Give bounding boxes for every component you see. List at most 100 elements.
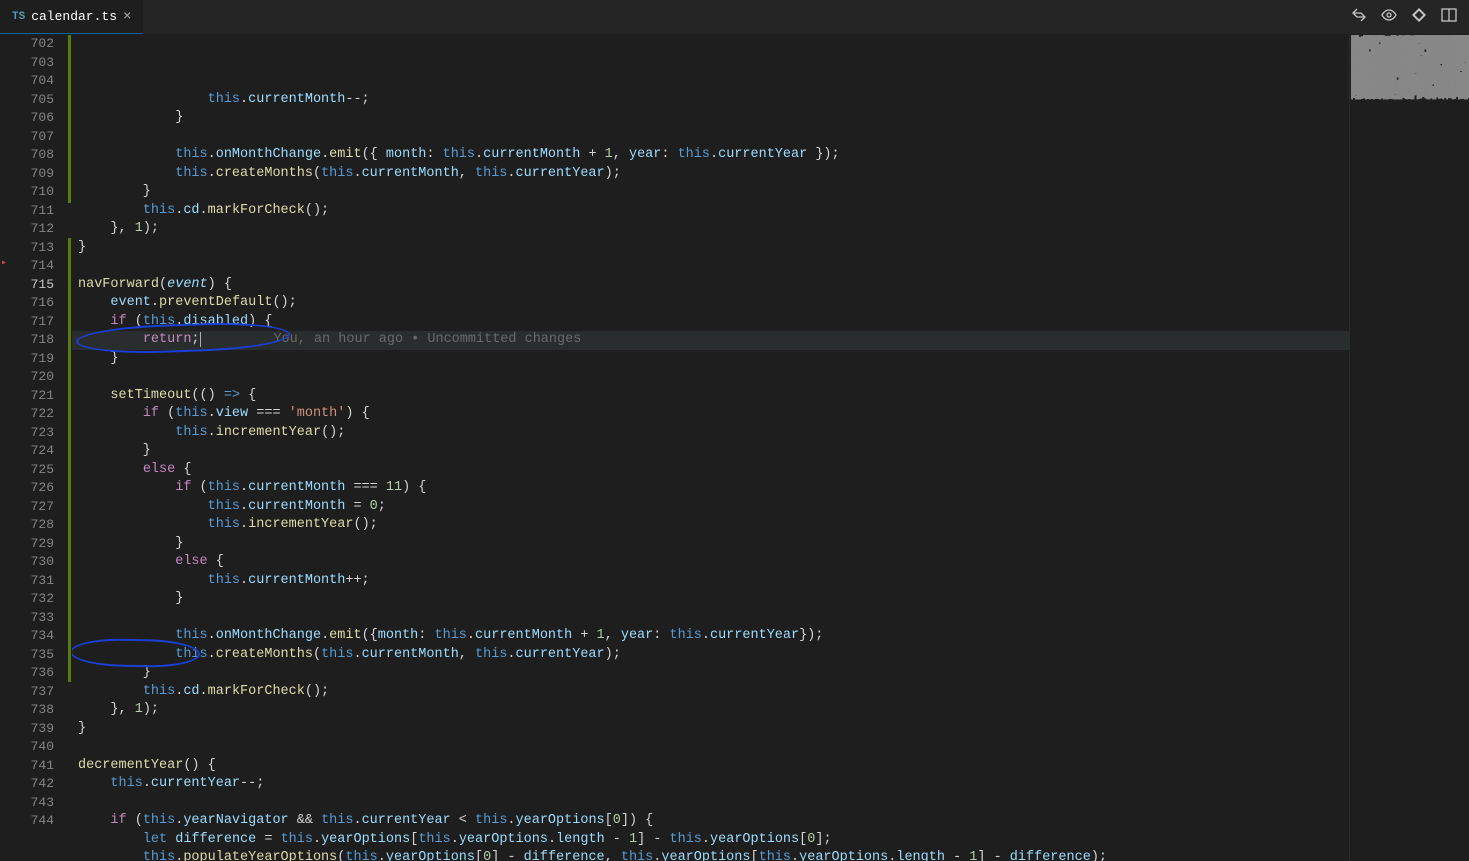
code-line[interactable] bbox=[72, 257, 1349, 276]
code-line[interactable]: } bbox=[72, 664, 1349, 683]
code-line[interactable]: } bbox=[72, 239, 1349, 258]
line-number: 726 bbox=[10, 479, 54, 498]
file-annotations-icon[interactable] bbox=[1411, 7, 1427, 28]
code-line[interactable]: this.currentMonth--; bbox=[72, 91, 1349, 110]
code-line[interactable] bbox=[72, 128, 1349, 147]
code-line[interactable] bbox=[72, 738, 1349, 757]
code-line[interactable]: return; You, an hour ago • Uncommitted c… bbox=[72, 331, 1349, 350]
code-line[interactable]: else { bbox=[72, 461, 1349, 480]
toggle-lens-icon[interactable] bbox=[1381, 7, 1397, 28]
code-line[interactable]: let difference = this.yearOptions[this.y… bbox=[72, 831, 1349, 850]
line-number: 737 bbox=[10, 683, 54, 702]
line-number: 703 bbox=[10, 54, 54, 73]
line-number: 717 bbox=[10, 313, 54, 332]
line-number: 723 bbox=[10, 424, 54, 443]
code-line[interactable]: else { bbox=[72, 553, 1349, 572]
line-number: 714 bbox=[10, 257, 54, 276]
typescript-icon: TS bbox=[12, 11, 25, 23]
code-line[interactable]: if (this.yearNavigator && this.currentYe… bbox=[72, 812, 1349, 831]
code-line[interactable]: } bbox=[72, 442, 1349, 461]
code-line[interactable]: this.createMonths(this.currentMonth, thi… bbox=[72, 165, 1349, 184]
compare-changes-icon[interactable] bbox=[1351, 7, 1367, 28]
line-number: 734 bbox=[10, 627, 54, 646]
git-change-indicator bbox=[68, 35, 71, 203]
line-number: 706 bbox=[10, 109, 54, 128]
code-line[interactable] bbox=[72, 609, 1349, 628]
code-line[interactable]: this.currentMonth++; bbox=[72, 572, 1349, 591]
line-number: 732 bbox=[10, 590, 54, 609]
line-number: 719 bbox=[10, 350, 54, 369]
line-number: 738 bbox=[10, 701, 54, 720]
line-number: 718 bbox=[10, 331, 54, 350]
code-line[interactable]: this.createMonths(this.currentMonth, thi… bbox=[72, 646, 1349, 665]
code-line[interactable]: }, 1); bbox=[72, 220, 1349, 239]
line-number: 715 bbox=[10, 276, 54, 295]
code-line[interactable]: decrementYear() { bbox=[72, 757, 1349, 776]
code-line[interactable] bbox=[72, 794, 1349, 813]
line-number: 741 bbox=[10, 757, 54, 776]
line-number: 710 bbox=[10, 183, 54, 202]
line-number: 729 bbox=[10, 535, 54, 554]
split-editor-icon[interactable] bbox=[1441, 7, 1457, 28]
code-line[interactable]: } bbox=[72, 109, 1349, 128]
line-number: 742 bbox=[10, 775, 54, 794]
close-icon[interactable]: × bbox=[123, 9, 131, 25]
editor-area: ▸ 70270370470570670770870971071171271371… bbox=[0, 35, 1469, 861]
code-line[interactable]: this.cd.markForCheck(); bbox=[72, 202, 1349, 221]
code-line[interactable]: } bbox=[72, 590, 1349, 609]
line-number: 743 bbox=[10, 794, 54, 813]
line-number: 702 bbox=[10, 35, 54, 54]
line-number: 724 bbox=[10, 442, 54, 461]
line-number: 712 bbox=[10, 220, 54, 239]
line-number: 727 bbox=[10, 498, 54, 517]
line-number: 744 bbox=[10, 812, 54, 831]
line-number: 720 bbox=[10, 368, 54, 387]
tab-calendar-ts[interactable]: TS calendar.ts × bbox=[0, 0, 143, 34]
code-line[interactable]: if (this.currentMonth === 11) { bbox=[72, 479, 1349, 498]
code-line[interactable]: this.onMonthChange.emit({month: this.cur… bbox=[72, 627, 1349, 646]
line-number: 740 bbox=[10, 738, 54, 757]
line-number: 716 bbox=[10, 294, 54, 313]
minimap[interactable]: █ █ ██████ ███ ██ █ █ █ ██ █ ██ ██ █████… bbox=[1349, 35, 1469, 861]
line-number: 708 bbox=[10, 146, 54, 165]
line-number: 731 bbox=[10, 572, 54, 591]
code-line[interactable]: this.incrementYear(); bbox=[72, 516, 1349, 535]
line-number: 705 bbox=[10, 91, 54, 110]
line-number: 722 bbox=[10, 405, 54, 424]
tabs-container: TS calendar.ts × bbox=[0, 0, 143, 34]
code-line[interactable]: this.currentMonth = 0; bbox=[72, 498, 1349, 517]
breakpoint-glyph[interactable]: ▸ bbox=[0, 257, 10, 276]
line-number: 725 bbox=[10, 461, 54, 480]
code-line[interactable]: this.cd.markForCheck(); bbox=[72, 683, 1349, 702]
line-number: 733 bbox=[10, 609, 54, 628]
tab-filename: calendar.ts bbox=[31, 9, 117, 24]
code-line[interactable]: setTimeout(() => { bbox=[72, 387, 1349, 406]
code-line[interactable]: this.onMonthChange.emit({ month: this.cu… bbox=[72, 146, 1349, 165]
code-line[interactable]: if (this.disabled) { bbox=[72, 313, 1349, 332]
code-line[interactable]: this.incrementYear(); bbox=[72, 424, 1349, 443]
code-line[interactable]: } bbox=[72, 350, 1349, 369]
line-number: 709 bbox=[10, 165, 54, 184]
code-line[interactable]: } bbox=[72, 183, 1349, 202]
line-number: 713 bbox=[10, 239, 54, 258]
code-line[interactable]: if (this.view === 'month') { bbox=[72, 405, 1349, 424]
line-number: 704 bbox=[10, 72, 54, 91]
line-number: 728 bbox=[10, 516, 54, 535]
code-line[interactable]: }, 1); bbox=[72, 701, 1349, 720]
tab-bar: TS calendar.ts × bbox=[0, 0, 1469, 35]
code-line[interactable]: navForward(event) { bbox=[72, 276, 1349, 295]
code-line[interactable]: this.populateYearOptions(this.yearOption… bbox=[72, 849, 1349, 861]
line-number: 736 bbox=[10, 664, 54, 683]
code-line[interactable]: } bbox=[72, 720, 1349, 739]
line-number: 711 bbox=[10, 202, 54, 221]
code-line[interactable]: } bbox=[72, 535, 1349, 554]
line-number: 707 bbox=[10, 128, 54, 147]
code-line[interactable]: this.currentYear--; bbox=[72, 775, 1349, 794]
glyph-margin: ▸ bbox=[0, 35, 10, 861]
line-number: 721 bbox=[10, 387, 54, 406]
git-change-indicator bbox=[68, 238, 71, 682]
code-line[interactable] bbox=[72, 368, 1349, 387]
line-number: 730 bbox=[10, 553, 54, 572]
code-line[interactable]: event.preventDefault(); bbox=[72, 294, 1349, 313]
code-content[interactable]: this.currentMonth--; } this.onMonthChang… bbox=[72, 35, 1349, 861]
